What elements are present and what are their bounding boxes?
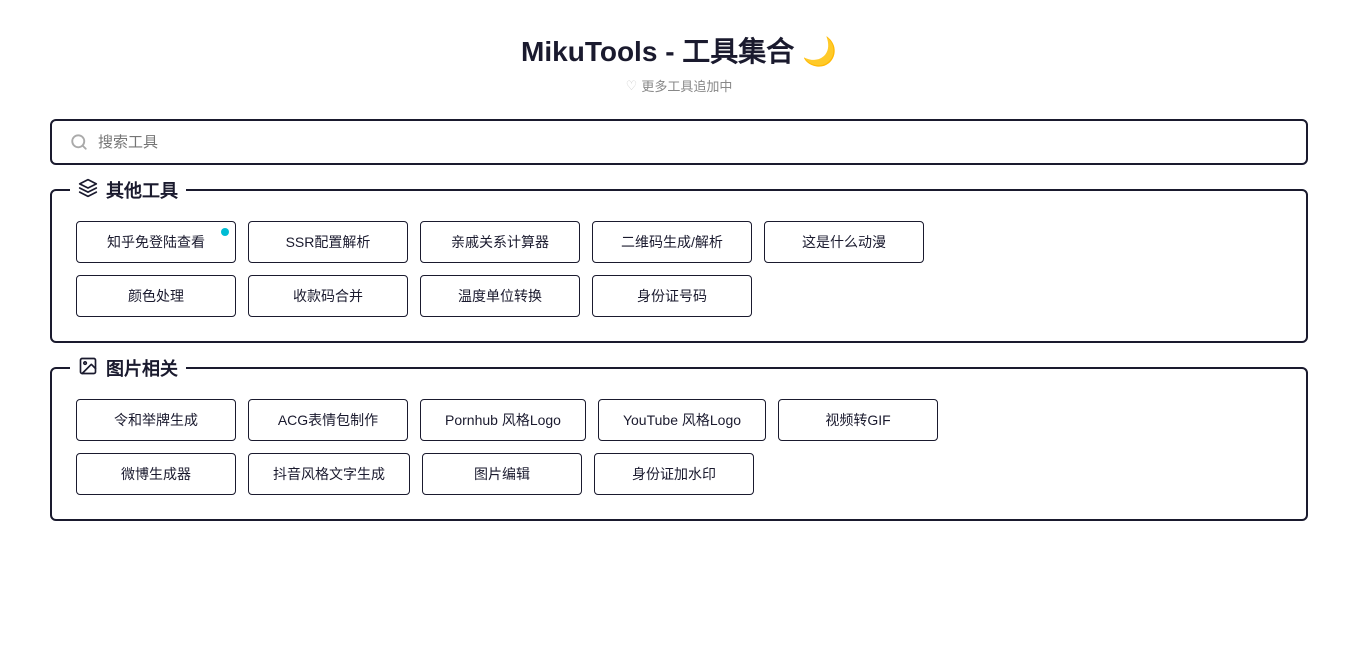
tool-btn-anime[interactable]: 这是什么动漫	[764, 221, 924, 263]
tool-btn-payment[interactable]: 收款码合并	[248, 275, 408, 317]
tools-grid-image: 令和举牌生成 ACG表情包制作 Pornhub 风格Logo YouTube 风…	[76, 399, 1282, 495]
tool-btn-watermark[interactable]: 身份证加水印	[594, 453, 754, 495]
tool-btn-zhihu[interactable]: 知乎免登陆查看	[76, 221, 236, 263]
image-icon	[78, 356, 98, 381]
tool-btn-ssr[interactable]: SSR配置解析	[248, 221, 408, 263]
section-title-image: 图片相关	[106, 355, 178, 381]
tools-row-other-2: 颜色处理 收款码合并 温度单位转换 身份证号码	[76, 275, 1282, 317]
heart-icon: ♡	[626, 78, 638, 94]
search-container	[50, 119, 1308, 165]
section-title-other: 其他工具	[106, 177, 178, 203]
tools-row-image-2: 微博生成器 抖音风格文字生成 图片编辑 身份证加水印	[76, 453, 1282, 495]
tool-btn-video-gif[interactable]: 视频转GIF	[778, 399, 938, 441]
new-dot	[221, 228, 229, 236]
search-input[interactable]	[98, 134, 1288, 151]
tools-grid-other: 知乎免登陆查看 SSR配置解析 亲戚关系计算器 二维码生成/解析 这是什么动漫 …	[76, 221, 1282, 317]
tool-btn-youtube[interactable]: YouTube 风格Logo	[598, 399, 766, 441]
tool-btn-qrcode[interactable]: 二维码生成/解析	[592, 221, 752, 263]
tool-btn-weibo[interactable]: 微博生成器	[76, 453, 236, 495]
subtitle-text: 更多工具追加中	[641, 76, 732, 95]
tool-btn-pornhub[interactable]: Pornhub 风格Logo	[420, 399, 586, 441]
page-subtitle: ♡ 更多工具追加中	[50, 76, 1308, 95]
layers-icon	[78, 178, 98, 203]
page-header: MikuTools - 工具集合 🌙 ♡ 更多工具追加中	[50, 30, 1308, 95]
tools-row-image-1: 令和举牌生成 ACG表情包制作 Pornhub 风格Logo YouTube 风…	[76, 399, 1282, 441]
page-title: MikuTools - 工具集合 🌙	[50, 30, 1308, 70]
tool-btn-kinship[interactable]: 亲戚关系计算器	[420, 221, 580, 263]
section-header-image: 图片相关	[70, 355, 186, 381]
tool-btn-acg[interactable]: ACG表情包制作	[248, 399, 408, 441]
tools-row-other-1: 知乎免登陆查看 SSR配置解析 亲戚关系计算器 二维码生成/解析 这是什么动漫	[76, 221, 1282, 263]
tool-btn-img-edit[interactable]: 图片编辑	[422, 453, 582, 495]
section-image-tools: 图片相关 令和举牌生成 ACG表情包制作 Pornhub 风格Logo YouT…	[50, 367, 1308, 521]
tool-btn-douyin[interactable]: 抖音风格文字生成	[248, 453, 410, 495]
section-other-tools: 其他工具 知乎免登陆查看 SSR配置解析 亲戚关系计算器 二维码生成/解析 这是…	[50, 189, 1308, 343]
section-header-other: 其他工具	[70, 177, 186, 203]
section-content-other: 知乎免登陆查看 SSR配置解析 亲戚关系计算器 二维码生成/解析 这是什么动漫 …	[76, 221, 1282, 317]
tool-btn-reiwa[interactable]: 令和举牌生成	[76, 399, 236, 441]
tool-btn-temperature[interactable]: 温度单位转换	[420, 275, 580, 317]
search-icon	[70, 133, 88, 151]
tool-btn-idcard[interactable]: 身份证号码	[592, 275, 752, 317]
tool-btn-color[interactable]: 颜色处理	[76, 275, 236, 317]
section-content-image: 令和举牌生成 ACG表情包制作 Pornhub 风格Logo YouTube 风…	[76, 399, 1282, 495]
